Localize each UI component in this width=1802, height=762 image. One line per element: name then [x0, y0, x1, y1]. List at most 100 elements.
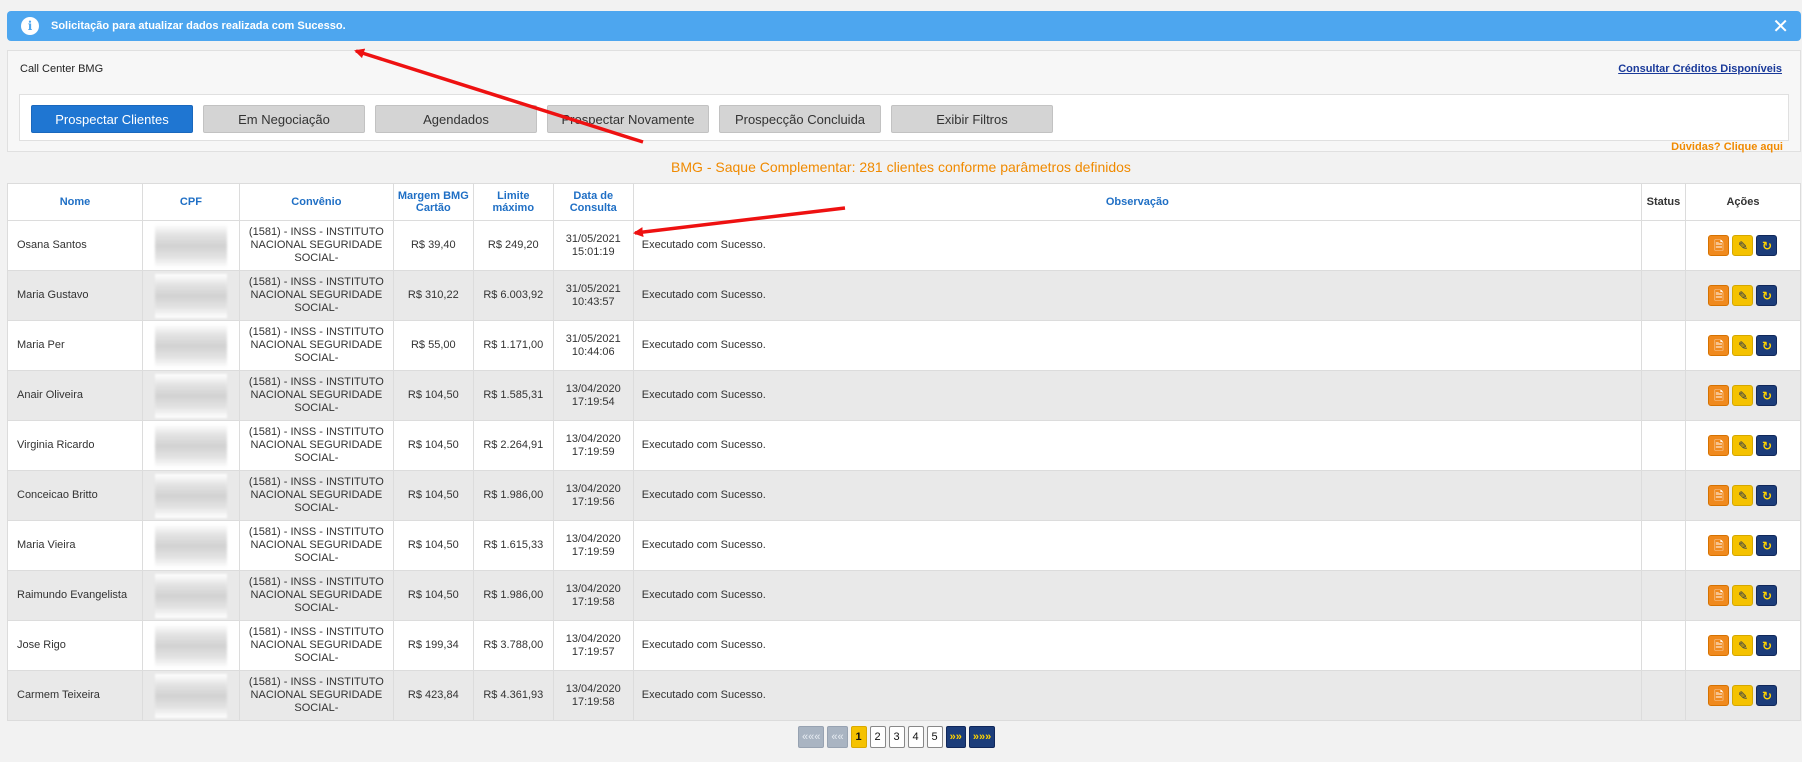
observacao-cell: Executado com Sucesso.	[632, 570, 1642, 621]
edit-icon[interactable]: ✎	[1732, 485, 1754, 506]
limite-cell: R$ 1.986,00	[472, 570, 554, 621]
page-1-button[interactable]: 1	[850, 726, 867, 748]
document-icon[interactable]: 🗎	[1708, 435, 1730, 456]
document-icon[interactable]: 🗎	[1708, 485, 1730, 506]
edit-icon[interactable]: ✎	[1732, 535, 1754, 556]
col-header-status: Status	[1640, 183, 1686, 221]
observacao-cell: Executado com Sucesso.	[632, 420, 1642, 471]
edit-icon[interactable]: ✎	[1732, 235, 1754, 256]
refresh-icon[interactable]: ↻	[1756, 485, 1778, 506]
observacao-cell: Executado com Sucesso.	[632, 670, 1642, 721]
convenio-cell: (1581) - INSS - INSTITUTO NACIONAL SEGUR…	[238, 270, 394, 321]
status-cell	[1640, 320, 1686, 371]
data-consulta-cell: 13/04/2020 17:19:58	[552, 670, 634, 721]
document-icon[interactable]: 🗎	[1708, 285, 1730, 306]
edit-icon[interactable]: ✎	[1732, 285, 1754, 306]
table-row: Carmem Teixeira (1581) - INSS - INSTITUTO…	[7, 670, 1802, 721]
tab-em-negociacao[interactable]: Em Negociação	[203, 105, 365, 133]
consulta-time: 17:19:57	[571, 645, 615, 658]
tab-bar: Prospectar Clientes Em Negociação Agenda…	[19, 94, 1789, 141]
edit-icon[interactable]: ✎	[1732, 435, 1754, 456]
limite-cell: R$ 1.986,00	[472, 470, 554, 521]
client-name: Virginia Ricardo	[7, 420, 143, 471]
client-name: Anair Oliveira	[7, 370, 143, 421]
page-5-button[interactable]: 5	[926, 726, 943, 748]
table-row: Jose Rigo (1581) - INSS - INSTITUTO NACIO…	[7, 620, 1802, 671]
next-page-button[interactable]: »»	[945, 726, 966, 748]
margem-cell: R$ 104,50	[392, 420, 474, 471]
cpf-cell	[141, 620, 240, 671]
tab-agendados[interactable]: Agendados	[375, 105, 537, 133]
table-row: Maria Vieira (1581) - INSS - INSTITUTO NA…	[7, 520, 1802, 571]
refresh-icon[interactable]: ↻	[1756, 385, 1778, 406]
convenio-cell: (1581) - INSS - INSTITUTO NACIONAL SEGUR…	[238, 570, 394, 621]
refresh-icon[interactable]: ↻	[1756, 285, 1778, 306]
help-link[interactable]: Dúvidas? Clique aqui	[1671, 141, 1783, 153]
actions-cell: 🗎 ✎ ↻	[1684, 470, 1802, 521]
edit-icon[interactable]: ✎	[1732, 635, 1754, 656]
actions-cell: 🗎 ✎ ↻	[1684, 520, 1802, 571]
col-header-margem[interactable]: Margem BMG Cartão	[392, 183, 474, 221]
document-icon[interactable]: 🗎	[1708, 385, 1730, 406]
client-name: Maria Per	[7, 320, 143, 371]
consulta-time: 17:19:58	[571, 595, 615, 608]
consult-credits-link[interactable]: Consultar Créditos Disponíveis	[1618, 63, 1782, 75]
edit-icon[interactable]: ✎	[1732, 335, 1754, 356]
first-page-button[interactable]: «««	[798, 726, 825, 748]
refresh-icon[interactable]: ↻	[1756, 435, 1778, 456]
cpf-redacted	[154, 623, 227, 668]
page-2-button[interactable]: 2	[869, 726, 886, 748]
col-header-cpf[interactable]: CPF	[141, 183, 240, 221]
edit-icon[interactable]: ✎	[1732, 585, 1754, 606]
consulta-time: 17:19:58	[571, 695, 615, 708]
col-header-data[interactable]: Data de Consulta	[552, 183, 634, 221]
refresh-icon[interactable]: ↻	[1756, 685, 1778, 706]
document-icon[interactable]: 🗎	[1708, 685, 1730, 706]
document-icon[interactable]: 🗎	[1708, 335, 1730, 356]
col-header-nome[interactable]: Nome	[7, 183, 143, 221]
document-icon[interactable]: 🗎	[1708, 635, 1730, 656]
actions-cell: 🗎 ✎ ↻	[1684, 270, 1802, 321]
margem-cell: R$ 104,50	[392, 520, 474, 571]
document-icon[interactable]: 🗎	[1708, 585, 1730, 606]
clients-table: Nome CPF Convênio Margem BMG Cartão Limi…	[7, 183, 1802, 721]
table-row: Osana Santos (1581) - INSS - INSTITUTO NA…	[7, 220, 1802, 271]
refresh-icon[interactable]: ↻	[1756, 235, 1778, 256]
page-3-button[interactable]: 3	[888, 726, 905, 748]
col-header-limite[interactable]: Limite máximo	[472, 183, 554, 221]
table-row: Raimundo Evangelista (1581) - INSS - INST…	[7, 570, 1802, 621]
cpf-cell	[141, 270, 240, 321]
refresh-icon[interactable]: ↻	[1756, 535, 1778, 556]
margem-cell: R$ 310,22	[392, 270, 474, 321]
document-icon[interactable]: 🗎	[1708, 235, 1730, 256]
col-header-observacao[interactable]: Observação	[632, 183, 1642, 221]
tab-prospeccao-concluida[interactable]: Prospecção Concluida	[719, 105, 881, 133]
convenio-cell: (1581) - INSS - INSTITUTO NACIONAL SEGUR…	[238, 420, 394, 471]
margem-cell: R$ 55,00	[392, 320, 474, 371]
status-cell	[1640, 370, 1686, 421]
show-filters-button[interactable]: Exibir Filtros	[891, 105, 1053, 133]
cpf-redacted	[154, 523, 227, 568]
client-name: Maria Gustavo	[7, 270, 143, 321]
cpf-redacted	[154, 323, 227, 368]
last-page-button[interactable]: »»»	[968, 726, 996, 748]
refresh-icon[interactable]: ↻	[1756, 635, 1778, 656]
refresh-icon[interactable]: ↻	[1756, 585, 1778, 606]
tab-prospectar-clientes[interactable]: Prospectar Clientes	[31, 105, 193, 133]
col-header-convenio[interactable]: Convênio	[238, 183, 394, 221]
tab-prospectar-novamente[interactable]: Prospectar Novamente	[547, 105, 709, 133]
prev-page-button[interactable]: ««	[827, 726, 848, 748]
consulta-date: 13/04/2020	[565, 682, 621, 695]
page-4-button[interactable]: 4	[907, 726, 924, 748]
data-consulta-cell: 13/04/2020 17:19:57	[552, 620, 634, 671]
document-icon[interactable]: 🗎	[1708, 535, 1730, 556]
status-cell	[1640, 270, 1686, 321]
close-icon[interactable]: ✕	[1772, 14, 1789, 38]
observacao-cell: Executado com Sucesso.	[632, 370, 1642, 421]
results-summary: BMG - Saque Complementar: 281 clientes c…	[671, 159, 1131, 175]
convenio-cell: (1581) - INSS - INSTITUTO NACIONAL SEGUR…	[238, 670, 394, 721]
refresh-icon[interactable]: ↻	[1756, 335, 1778, 356]
edit-icon[interactable]: ✎	[1732, 385, 1754, 406]
observacao-cell: Executado com Sucesso.	[632, 520, 1642, 571]
edit-icon[interactable]: ✎	[1732, 685, 1754, 706]
